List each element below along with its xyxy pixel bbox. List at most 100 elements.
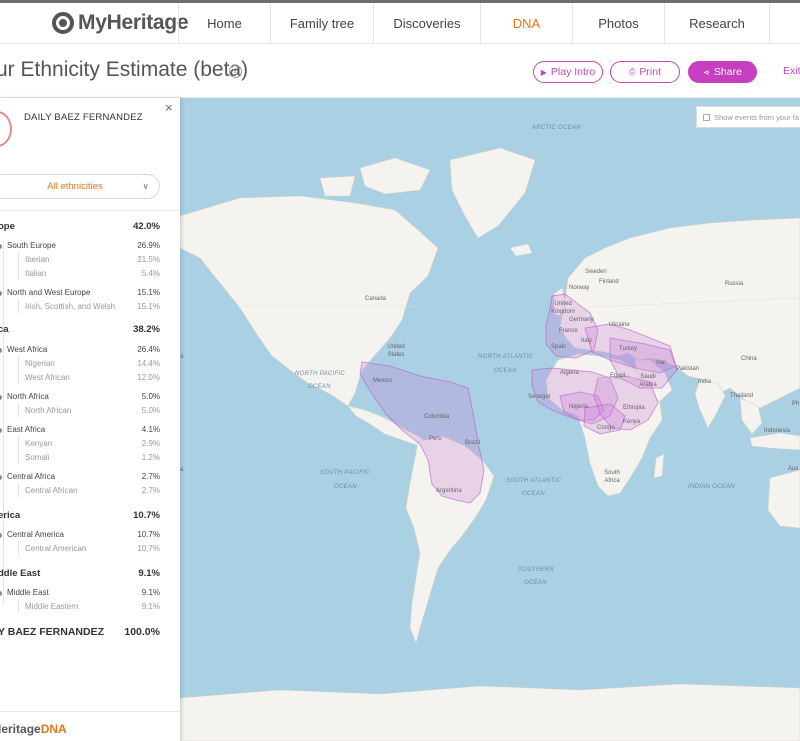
ethnicity-pct: 5.4% bbox=[141, 269, 160, 278]
footer-dna-text: DNA bbox=[40, 722, 67, 736]
ocean-label: OCEAN bbox=[334, 484, 357, 490]
map-canvas bbox=[180, 147, 800, 741]
nav-home[interactable]: Home bbox=[178, 3, 270, 44]
person-name: DAILY BAEZ FERNANDEZ bbox=[24, 112, 143, 123]
nav-dna[interactable]: DNA bbox=[480, 3, 572, 44]
footer-logo-text: yHeritage bbox=[0, 722, 41, 736]
place-label: China bbox=[741, 356, 757, 362]
subregion-pct: 10.7% bbox=[137, 530, 160, 539]
place-label: Algeria bbox=[560, 370, 579, 376]
subregion-pct: 26.4% bbox=[137, 345, 160, 354]
ocean-label: OCEAN bbox=[494, 368, 517, 374]
ethnicity-pct: 15.1% bbox=[137, 302, 160, 311]
nav-photos[interactable]: Photos bbox=[572, 3, 664, 44]
nav-research[interactable]: Research bbox=[664, 3, 770, 44]
tree-line bbox=[18, 541, 19, 555]
chevron-down-icon: ∨ bbox=[142, 181, 149, 191]
subregion-name: Central America bbox=[7, 530, 64, 539]
place-label: Finland bbox=[599, 279, 619, 285]
print-label: Print bbox=[639, 66, 661, 78]
bullet-icon bbox=[0, 291, 2, 296]
place-label: Canada bbox=[365, 296, 387, 302]
place-label: Senegal bbox=[528, 394, 551, 400]
place-label: Indonesia bbox=[764, 428, 791, 434]
subregion-pct: 15.1% bbox=[137, 288, 160, 297]
ethnicity-name: Middle Eastern bbox=[25, 602, 79, 611]
ethnicity-pct: 10.7% bbox=[137, 544, 160, 553]
exit-link[interactable]: Exit bbox=[783, 65, 800, 77]
ocean-label: NORTH ATLANTIC bbox=[478, 354, 534, 360]
place-label: Colombia bbox=[424, 414, 450, 420]
place-label: Argentina bbox=[436, 488, 462, 494]
place-label: Iran bbox=[656, 360, 667, 366]
ethnicity-filter-value: All ethnicities bbox=[47, 181, 103, 192]
tree-line bbox=[18, 299, 19, 313]
place-label: France bbox=[559, 328, 578, 334]
region-name: ddle East bbox=[0, 568, 41, 579]
share-button[interactable]: ⋖ Share bbox=[688, 61, 757, 83]
place-label: Italy bbox=[581, 338, 593, 344]
place-label: Thailand bbox=[730, 393, 754, 399]
ethnicity-pct: 21.5% bbox=[137, 255, 160, 264]
world-map[interactable]: Show events from your fa ARCTIC OCEAN NO… bbox=[180, 98, 800, 741]
myheritage-dna-logo: yHeritageDNA bbox=[0, 722, 67, 736]
total-pct: 100.0% bbox=[124, 626, 160, 638]
region-pct: 38.2% bbox=[133, 324, 160, 335]
place-label: Kenya bbox=[623, 419, 641, 425]
divider bbox=[0, 210, 180, 211]
ocean-label: OCEAN bbox=[524, 580, 547, 586]
info-icon[interactable]: i bbox=[229, 65, 242, 78]
subregion-name: North Africa bbox=[7, 392, 49, 401]
nav-discoveries[interactable]: Discoveries bbox=[373, 3, 480, 44]
region-name: ope bbox=[0, 221, 15, 232]
place-label: Congo bbox=[597, 425, 615, 431]
subregion-name: East Africa bbox=[7, 425, 46, 434]
bullet-icon bbox=[0, 348, 2, 353]
ocean-label: SOUTH ATLANTIC bbox=[506, 478, 562, 484]
place-label: India bbox=[698, 379, 712, 385]
ocean-label: ARCTIC OCEAN bbox=[532, 125, 581, 131]
subregion-pct: 5.0% bbox=[141, 392, 160, 401]
ethnicity-filter-dropdown[interactable]: All ethnicities ∨ bbox=[0, 174, 160, 199]
tree-line bbox=[3, 530, 4, 546]
show-events-checkbox[interactable]: Show events from your fa bbox=[696, 106, 800, 128]
tree-line bbox=[18, 252, 19, 280]
ocean-label: OCEAN bbox=[308, 384, 331, 390]
region-pct: 9.1% bbox=[138, 568, 160, 579]
logo-icon bbox=[52, 12, 74, 34]
place-label: Pakistan bbox=[676, 366, 700, 372]
nav-family-tree[interactable]: Family tree bbox=[270, 3, 373, 44]
ethnicity-name: North African bbox=[25, 406, 72, 415]
play-intro-button[interactable]: ▶ Play Intro bbox=[533, 61, 603, 83]
ocean-label: OCEAN bbox=[522, 491, 545, 497]
place-label: Ukraine bbox=[609, 322, 630, 328]
ethnicity-pct: 5.0% bbox=[141, 406, 160, 415]
place-label: Russia bbox=[725, 281, 744, 287]
subregion-name: Central Africa bbox=[7, 472, 56, 481]
tree-line bbox=[18, 403, 19, 417]
place-label: Norway bbox=[569, 285, 590, 291]
place-label: Peru bbox=[429, 436, 442, 442]
ethnicity-name: Nigerian bbox=[25, 359, 55, 368]
page-header: ur Ethnicity Estimate (beta) i ▶ Play In… bbox=[0, 44, 800, 98]
place-label: Spain bbox=[551, 344, 567, 350]
subregion-pct: 9.1% bbox=[141, 588, 160, 597]
place-label: South Africa bbox=[604, 470, 620, 484]
place-label: Is bbox=[180, 354, 184, 360]
print-button[interactable]: ⎙ Print bbox=[610, 61, 680, 83]
avatar[interactable] bbox=[0, 111, 12, 147]
place-label: Turkey bbox=[619, 346, 638, 352]
myheritage-logo[interactable]: MyHeritage bbox=[52, 10, 189, 36]
ocean-label: SOUTHERN bbox=[518, 567, 555, 573]
subregion-name: Middle East bbox=[7, 588, 49, 597]
place-label: Mexico bbox=[373, 378, 393, 384]
tree-line bbox=[18, 483, 19, 497]
close-icon[interactable]: × bbox=[165, 100, 173, 115]
ethnicity-pct: 2.7% bbox=[141, 486, 160, 495]
tree-line bbox=[3, 588, 4, 604]
place-label: Egypt bbox=[610, 373, 626, 379]
place-label: Sweden bbox=[585, 269, 607, 275]
place-label: United States bbox=[387, 344, 405, 358]
tree-line bbox=[18, 356, 19, 384]
printer-icon: ⎙ bbox=[629, 67, 636, 76]
